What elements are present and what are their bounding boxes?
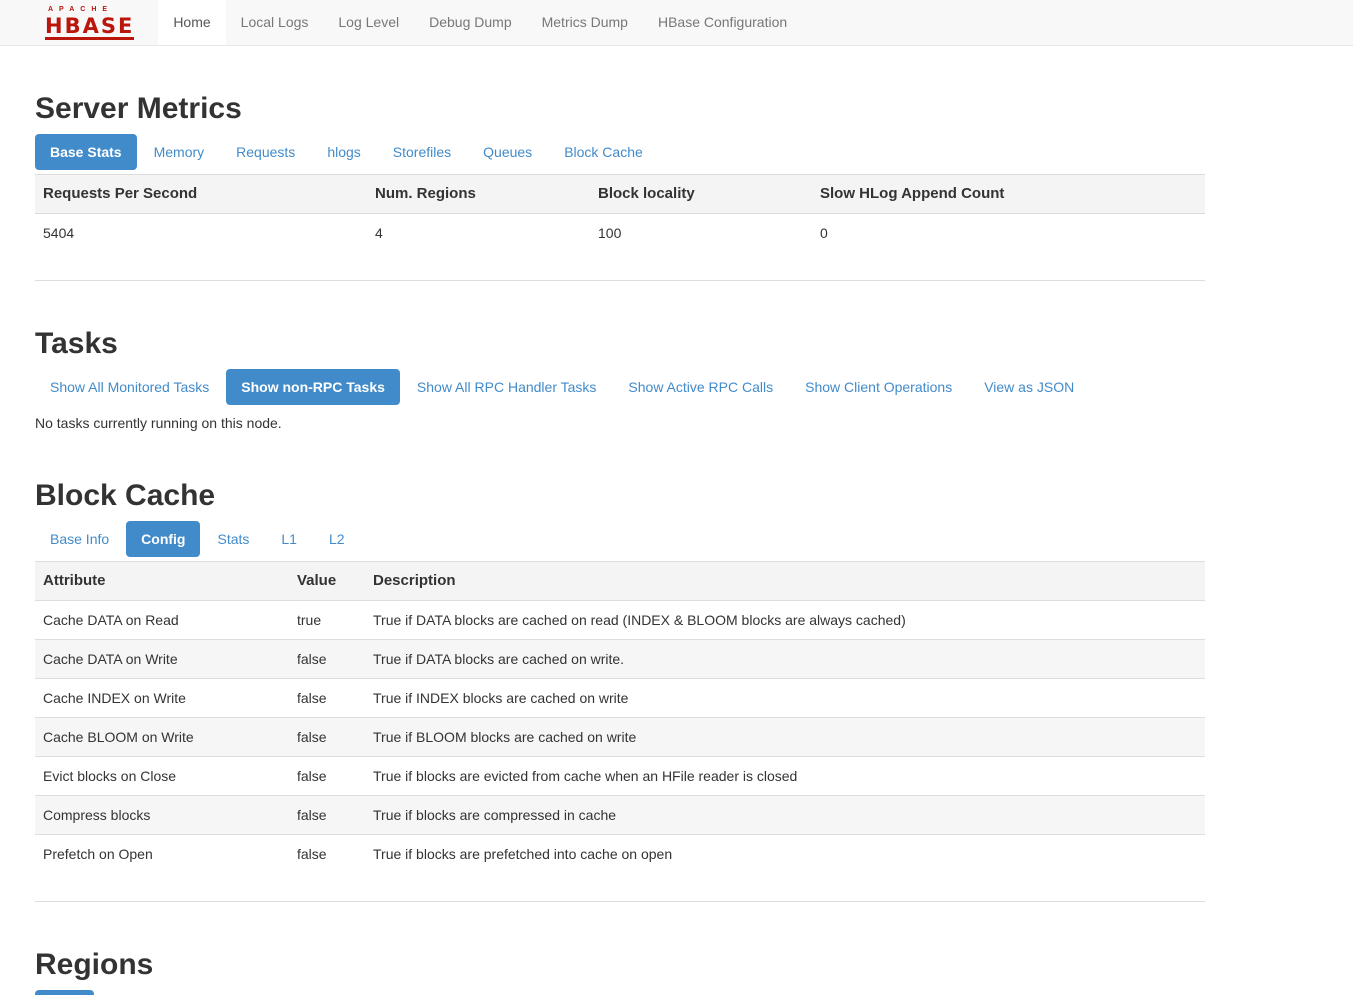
nav-item-local-logs[interactable]: Local Logs	[226, 0, 324, 45]
table-row: Cache INDEX on Write false True if INDEX…	[35, 679, 1205, 718]
show-all-monitored-tasks-button[interactable]: Show All Monitored Tasks	[35, 369, 224, 405]
table-cell: True if BLOOM blocks are cached on write	[365, 718, 1205, 757]
server-metrics-tabs: Base Stats Memory Requests hlogs Storefi…	[35, 134, 1205, 170]
block-cache-config-table: Attribute Value Description Cache DATA o…	[35, 561, 1205, 873]
view-as-json-button[interactable]: View as JSON	[969, 369, 1089, 405]
table-cell: True if INDEX blocks are cached on write	[365, 679, 1205, 718]
tab-memory[interactable]: Memory	[139, 134, 220, 170]
tab-requests[interactable]: Requests	[221, 134, 310, 170]
tab-block-cache[interactable]: Block Cache	[549, 134, 658, 170]
tab-config[interactable]: Config	[126, 521, 200, 557]
tab-base-info[interactable]: Base Info	[35, 521, 124, 557]
table-cell: Cache INDEX on Write	[35, 679, 289, 718]
tab-stats[interactable]: Stats	[202, 521, 264, 557]
regions-tab-pill[interactable]	[35, 990, 94, 995]
regions-section: Regions	[35, 948, 1205, 995]
column-header: Description	[365, 562, 1205, 601]
logo-apache-text: APACHE	[48, 6, 134, 14]
table-cell: Cache DATA on Read	[35, 601, 289, 640]
tasks-buttons: Show All Monitored Tasks Show non-RPC Ta…	[35, 369, 1205, 405]
show-non-rpc-tasks-button[interactable]: Show non-RPC Tasks	[226, 369, 400, 405]
show-active-rpc-calls-button[interactable]: Show Active RPC Calls	[613, 369, 788, 405]
main-content: Server Metrics Base Stats Memory Request…	[35, 92, 1205, 995]
table-row: Cache DATA on Write false True if DATA b…	[35, 640, 1205, 679]
nav-item-home[interactable]: Home	[158, 0, 225, 45]
tab-storefiles[interactable]: Storefiles	[378, 134, 466, 170]
regions-title: Regions	[35, 948, 1205, 982]
nav-menu: Home Local Logs Log Level Debug Dump Met…	[158, 0, 802, 45]
regions-tabs	[35, 990, 1205, 995]
block-cache-tabs: Base Info Config Stats L1 L2	[35, 521, 1205, 557]
table-cell: false	[289, 679, 365, 718]
table-row: Compress blocks false True if blocks are…	[35, 796, 1205, 835]
table-cell: True if blocks are evicted from cache wh…	[365, 757, 1205, 796]
column-header: Attribute	[35, 562, 289, 601]
tasks-empty-message: No tasks currently running on this node.	[35, 413, 1205, 433]
table-cell: 0	[812, 214, 1205, 253]
nav-item-log-level[interactable]: Log Level	[323, 0, 414, 45]
table-row: 5404 4 100 0	[35, 214, 1205, 253]
show-client-operations-button[interactable]: Show Client Operations	[790, 369, 967, 405]
hbase-logo[interactable]: APACHE HBASE	[45, 0, 146, 45]
table-cell: Cache DATA on Write	[35, 640, 289, 679]
table-cell: 5404	[35, 214, 367, 253]
table-cell: false	[289, 835, 365, 874]
tasks-title: Tasks	[35, 327, 1205, 361]
tab-base-stats[interactable]: Base Stats	[35, 134, 137, 170]
table-row: Cache BLOOM on Write false True if BLOOM…	[35, 718, 1205, 757]
block-cache-section: Block Cache Base Info Config Stats L1 L2…	[35, 479, 1205, 902]
nav-item-hbase-configuration[interactable]: HBase Configuration	[643, 0, 802, 45]
table-row: Evict blocks on Close false True if bloc…	[35, 757, 1205, 796]
block-cache-title: Block Cache	[35, 479, 1205, 513]
table-header-row: Attribute Value Description	[35, 562, 1205, 601]
column-header: Slow HLog Append Count	[812, 175, 1205, 214]
table-cell: false	[289, 640, 365, 679]
tab-hlogs[interactable]: hlogs	[312, 134, 375, 170]
table-row: Cache DATA on Read true True if DATA blo…	[35, 601, 1205, 640]
table-header-row: Requests Per Second Num. Regions Block l…	[35, 175, 1205, 214]
table-cell: True if DATA blocks are cached on write.	[365, 640, 1205, 679]
table-cell: false	[289, 718, 365, 757]
server-metrics-table: Requests Per Second Num. Regions Block l…	[35, 174, 1205, 252]
table-cell: Compress blocks	[35, 796, 289, 835]
server-metrics-tab-content: Requests Per Second Num. Regions Block l…	[35, 174, 1205, 281]
table-row: Prefetch on Open false True if blocks ar…	[35, 835, 1205, 874]
tab-queues[interactable]: Queues	[468, 134, 547, 170]
column-header: Block locality	[590, 175, 812, 214]
table-cell: 100	[590, 214, 812, 253]
logo-hbase-text: HBASE	[45, 16, 134, 40]
table-cell: True if DATA blocks are cached on read (…	[365, 601, 1205, 640]
tasks-section: Tasks Show All Monitored Tasks Show non-…	[35, 327, 1205, 433]
table-cell: false	[289, 796, 365, 835]
nav-item-debug-dump[interactable]: Debug Dump	[414, 0, 527, 45]
nav-item-metrics-dump[interactable]: Metrics Dump	[527, 0, 643, 45]
column-header: Num. Regions	[367, 175, 590, 214]
table-cell: True if blocks are compressed in cache	[365, 796, 1205, 835]
table-cell: 4	[367, 214, 590, 253]
table-cell: Prefetch on Open	[35, 835, 289, 874]
show-all-rpc-handler-tasks-button[interactable]: Show All RPC Handler Tasks	[402, 369, 611, 405]
server-metrics-title: Server Metrics	[35, 92, 1205, 126]
tab-l1[interactable]: L1	[266, 521, 312, 557]
table-cell: false	[289, 757, 365, 796]
table-cell: true	[289, 601, 365, 640]
block-cache-tab-content: Attribute Value Description Cache DATA o…	[35, 561, 1205, 902]
column-header: Value	[289, 562, 365, 601]
top-navbar: APACHE HBASE Home Local Logs Log Level D…	[0, 0, 1353, 46]
table-cell: Cache BLOOM on Write	[35, 718, 289, 757]
tab-l2[interactable]: L2	[314, 521, 360, 557]
server-metrics-section: Server Metrics Base Stats Memory Request…	[35, 92, 1205, 281]
column-header: Requests Per Second	[35, 175, 367, 214]
table-cell: True if blocks are prefetched into cache…	[365, 835, 1205, 874]
table-cell: Evict blocks on Close	[35, 757, 289, 796]
